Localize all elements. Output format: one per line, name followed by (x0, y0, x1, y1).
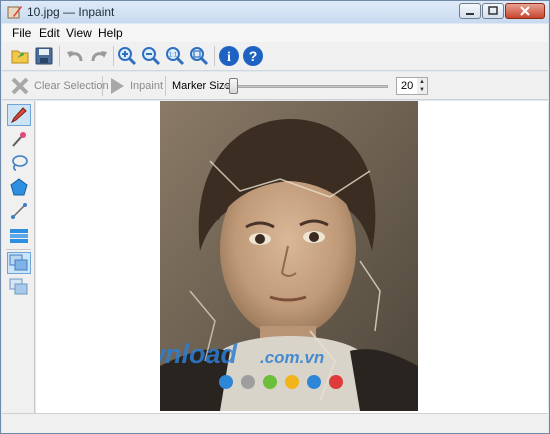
magic-wand-icon (12, 132, 26, 147)
play-icon (111, 78, 124, 94)
title-bar: 10.jpg — Inpaint (1, 1, 549, 23)
line-icon (11, 203, 27, 219)
save-icon (35, 47, 53, 65)
photo-image[interactable]: Download .com.vn (160, 101, 418, 411)
app-icon (7, 6, 22, 19)
maximize-button[interactable] (482, 3, 504, 19)
minimize-icon (466, 13, 474, 15)
tool-line[interactable] (7, 200, 31, 222)
info-button[interactable]: i (217, 44, 241, 68)
zoom-out-icon (142, 47, 161, 66)
toolbar-separator (59, 46, 60, 66)
menu-file[interactable]: File (12, 26, 31, 40)
guide-lines-icon (10, 229, 28, 243)
watermark-suffix: .com.vn (260, 348, 324, 367)
clear-selection-label: Clear Selection (34, 80, 109, 92)
spin-down-icon[interactable]: ▼ (417, 86, 427, 94)
options-bar: Clear Selection Inpaint Marker Size 20 ▲… (2, 72, 548, 100)
minimize-button[interactable] (459, 3, 481, 19)
marker-size-spinbox[interactable]: 20 ▲ ▼ (396, 77, 428, 95)
tool-layers[interactable] (7, 276, 31, 298)
status-bar (2, 413, 548, 433)
options-separator (165, 76, 166, 96)
info-icon: i (219, 46, 239, 66)
zoom-in-icon (118, 47, 137, 66)
redo-button[interactable] (87, 44, 111, 68)
watermark-dot (285, 375, 299, 389)
tool-guide-lines[interactable] (7, 224, 31, 246)
undo-button[interactable] (63, 44, 87, 68)
marker-size-value[interactable]: 20 (401, 80, 413, 92)
menu-edit[interactable]: Edit (39, 26, 60, 40)
help-button[interactable]: ? (241, 44, 265, 68)
maximize-icon (488, 6, 498, 15)
marker-size-label: Marker Size (172, 80, 231, 92)
redo-icon (91, 51, 107, 62)
svg-text:1:1: 1:1 (169, 53, 178, 59)
layers-icon (9, 278, 28, 295)
watermark-dot (263, 375, 277, 389)
svg-text:?: ? (249, 48, 258, 64)
marker-size-slider-track[interactable] (224, 85, 388, 88)
menu-view[interactable]: View (66, 26, 92, 40)
polygon-icon (10, 178, 28, 196)
marker-pen-icon (10, 107, 27, 124)
inpaint-button[interactable]: Inpaint (108, 75, 163, 97)
zoom-actual-size-icon: 1:1 (166, 47, 185, 66)
tool-marker[interactable] (7, 104, 31, 126)
open-folder-icon (11, 50, 29, 64)
help-icon: ? (243, 46, 263, 66)
close-button[interactable] (505, 3, 545, 19)
options-separator (102, 76, 103, 96)
lasso-icon (12, 155, 28, 171)
tool-magic-wand[interactable] (7, 128, 31, 150)
marker-size-slider-thumb[interactable] (229, 78, 238, 94)
menu-bar: File Edit View Help (2, 24, 548, 42)
tool-multi-view[interactable] (7, 252, 31, 274)
image-canvas[interactable]: Download .com.vn (36, 101, 548, 413)
window-title: 10.jpg — Inpaint (27, 5, 115, 19)
tool-polygon[interactable] (7, 176, 31, 198)
main-toolbar: 1:1 i ? (2, 42, 548, 71)
save-button[interactable] (32, 44, 56, 68)
spin-up-icon[interactable]: ▲ (417, 78, 427, 86)
watermark-dot (329, 375, 343, 389)
clear-x-icon (11, 77, 29, 95)
portrait-photo: Download .com.vn (160, 101, 418, 411)
toolbar-separator (214, 46, 215, 66)
multi-view-icon (9, 254, 28, 271)
zoom-out-button[interactable] (139, 44, 163, 68)
zoom-in-button[interactable] (115, 44, 139, 68)
tool-separator (6, 249, 31, 250)
close-icon (520, 6, 530, 16)
watermark-text: Download (160, 339, 237, 369)
watermark-dot (241, 375, 255, 389)
tool-lasso[interactable] (7, 152, 31, 174)
open-button[interactable] (8, 44, 32, 68)
menu-help[interactable]: Help (98, 26, 123, 40)
undo-icon (67, 51, 83, 62)
watermark-dot (307, 375, 321, 389)
tool-panel (2, 101, 35, 413)
zoom-fit-icon (190, 47, 209, 66)
inpaint-label: Inpaint (130, 80, 164, 92)
zoom-actual-size-button[interactable]: 1:1 (163, 44, 187, 68)
toolbar-separator (113, 46, 114, 66)
app-window: 10.jpg — Inpaint File Edit View Help 1:1… (0, 0, 550, 434)
svg-text:i: i (227, 50, 231, 65)
clear-selection-button[interactable]: Clear Selection (10, 75, 109, 97)
watermark-dot (219, 375, 233, 389)
zoom-fit-button[interactable] (187, 44, 211, 68)
